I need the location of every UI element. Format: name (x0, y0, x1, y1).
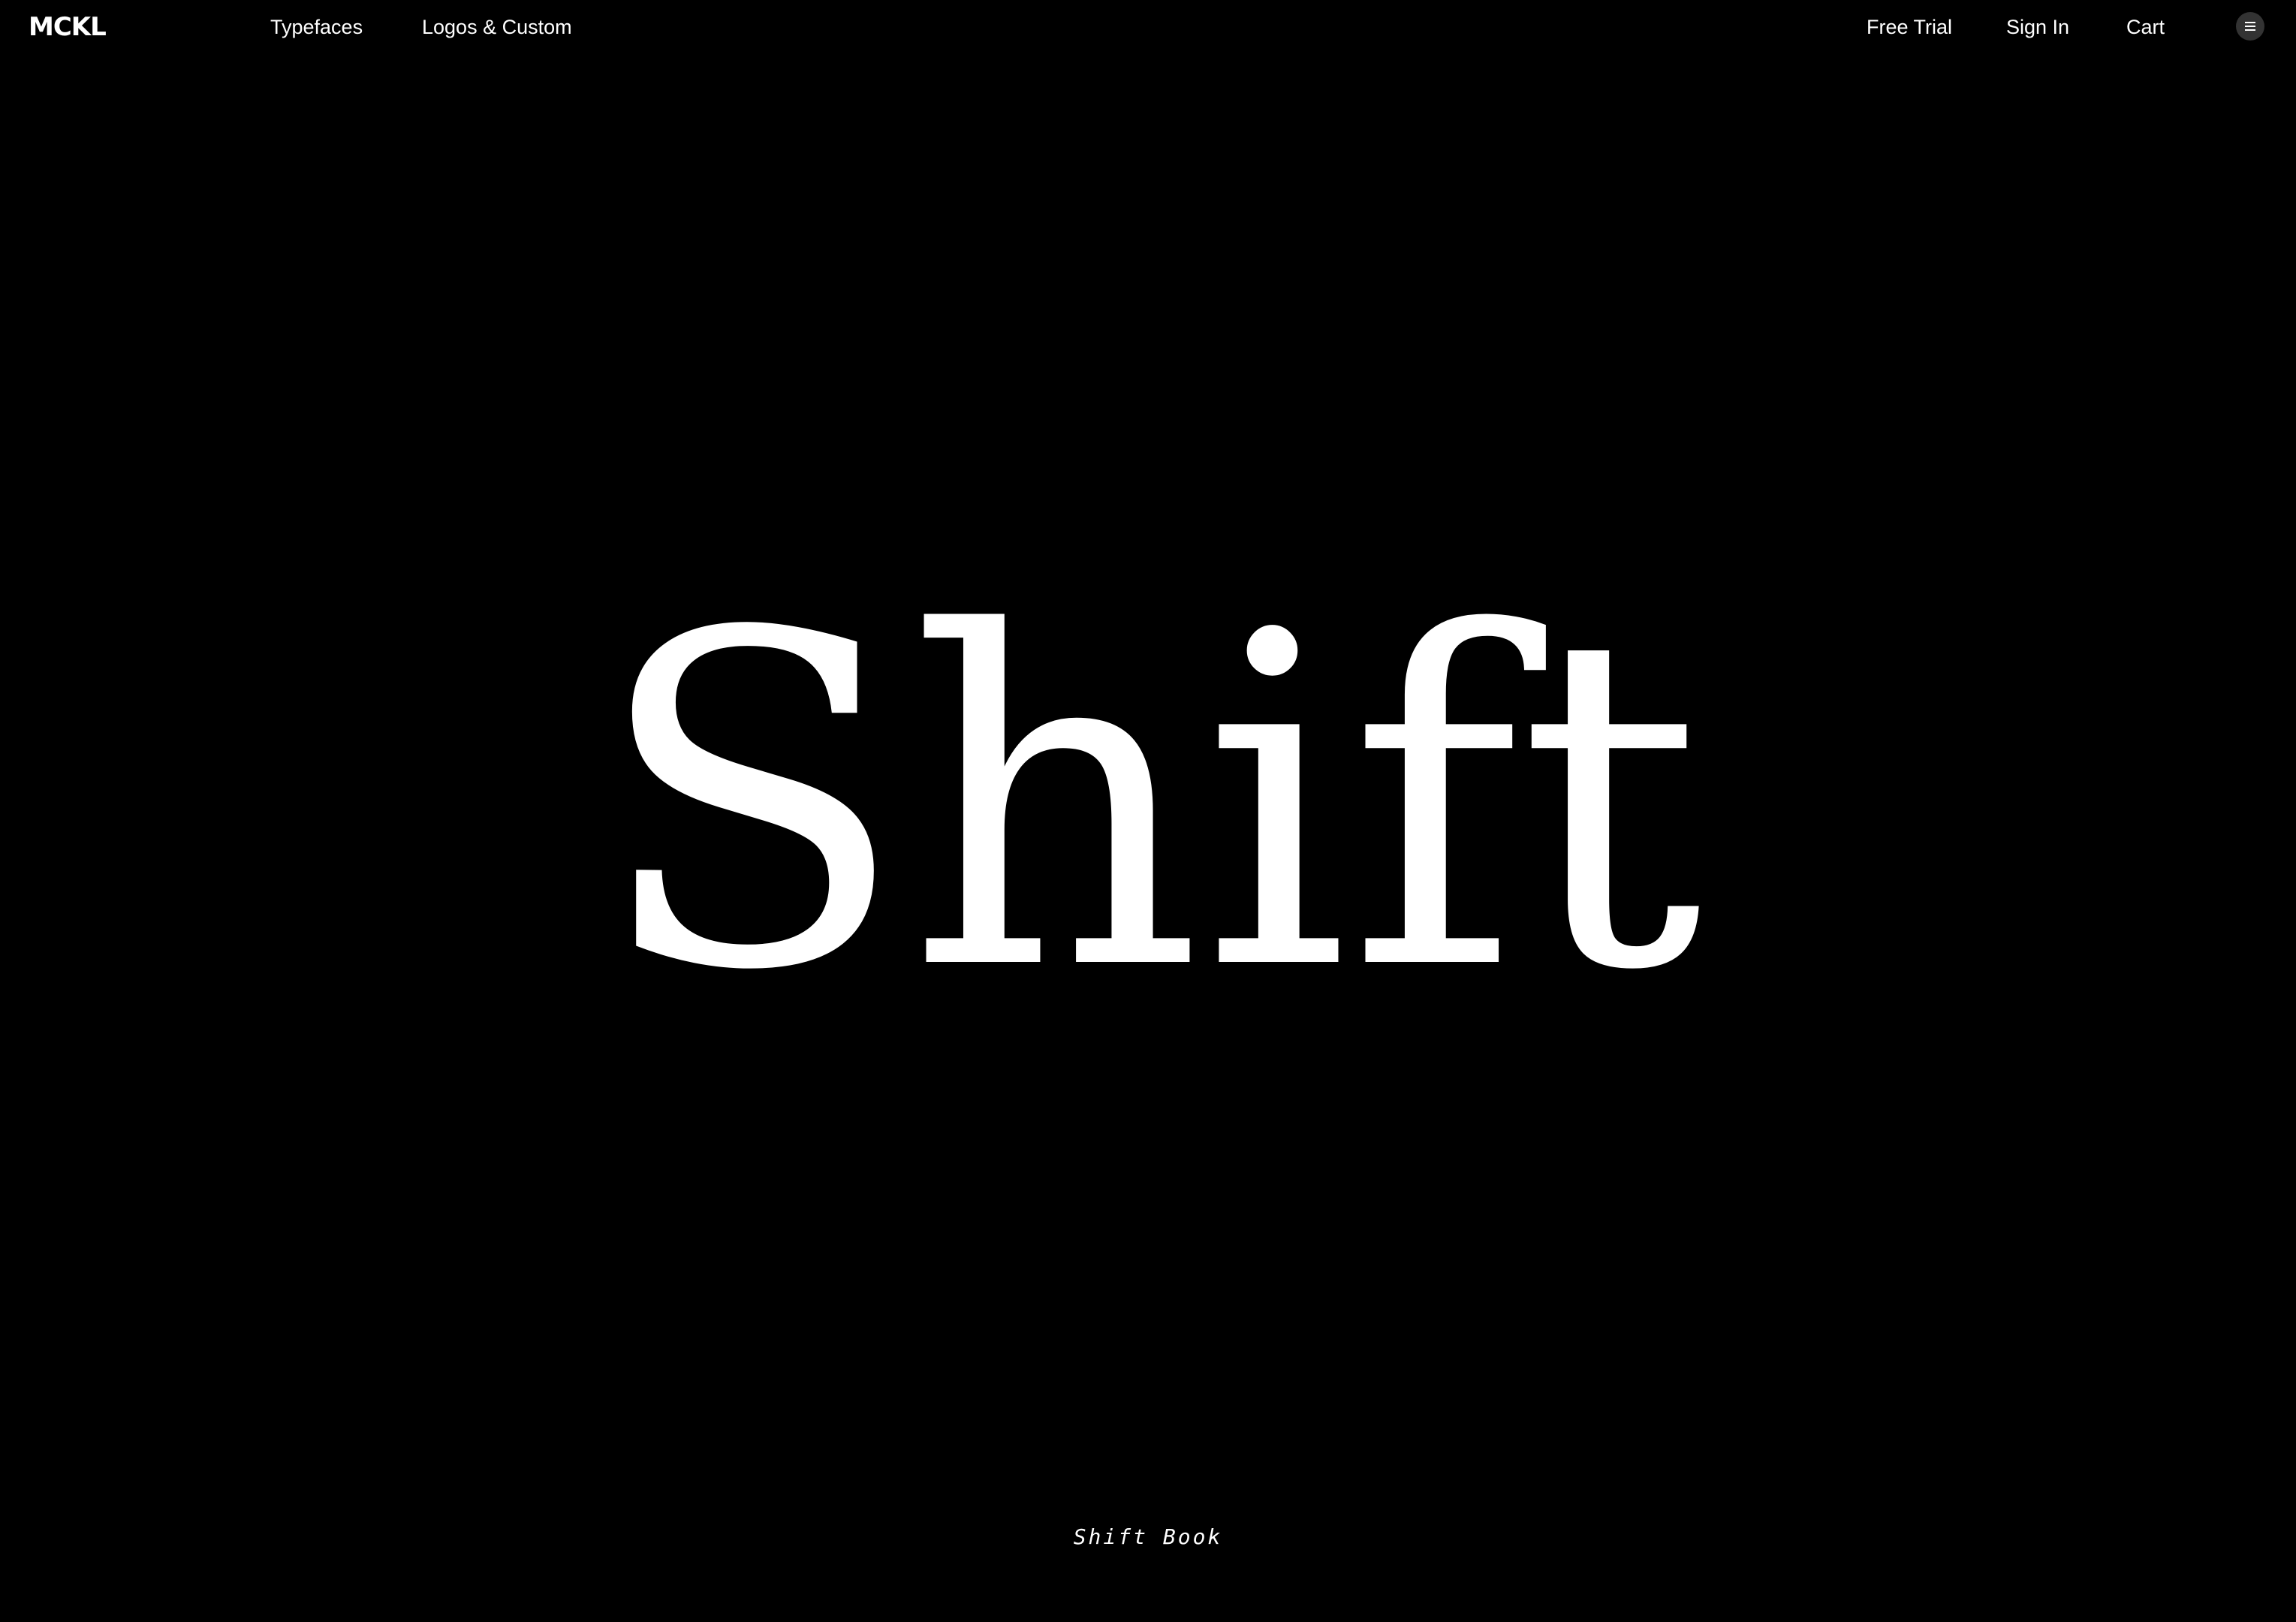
nav-link-sign-in[interactable]: Sign In (2006, 14, 2069, 40)
nav-link-free-trial[interactable]: Free Trial (1867, 14, 1952, 40)
hamburger-menu-icon (2245, 29, 2255, 31)
typeface-specimen: Shift (593, 537, 1703, 1070)
typeface-caption: Shift Book (1073, 1524, 1223, 1549)
top-navigation: MCKL Typefaces Logos & Custom Free Trial… (0, 0, 2296, 54)
menu-button[interactable] (2236, 12, 2264, 41)
mckl-logo[interactable]: MCKL (29, 12, 107, 42)
nav-link-cart[interactable]: Cart (2126, 14, 2165, 40)
hamburger-menu-icon (2245, 26, 2255, 27)
nav-link-typefaces[interactable]: Typefaces (270, 14, 363, 40)
hamburger-menu-icon (2245, 22, 2255, 23)
nav-link-logos-custom[interactable]: Logos & Custom (422, 14, 572, 40)
